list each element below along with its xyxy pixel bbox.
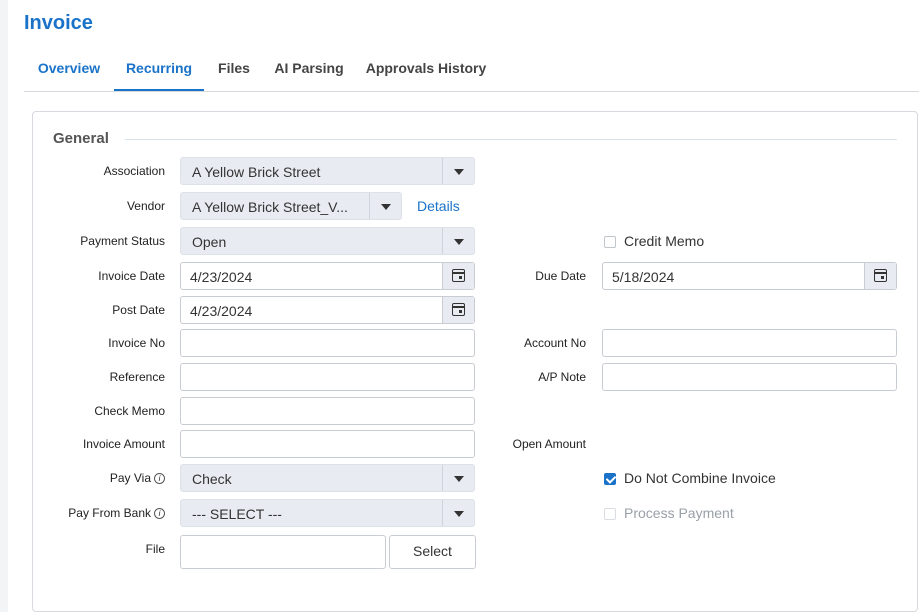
post-date-picker-button[interactable]	[442, 297, 474, 323]
pay-via-value: Check	[192, 471, 232, 487]
chevron-down-icon	[454, 169, 464, 175]
post-date-value: 4/23/2024	[190, 303, 253, 319]
tab-bar: Overview Recurring Files AI Parsing Appr…	[24, 52, 919, 92]
invoice-date-input[interactable]: 4/23/2024	[180, 262, 475, 290]
process-payment-checkbox	[604, 508, 616, 520]
check-memo-label: Check Memo	[94, 404, 165, 418]
vendor-select[interactable]: A Yellow Brick Street_V...	[180, 192, 402, 220]
ap-note-label: A/P Note	[538, 370, 586, 384]
file-label: File	[145, 542, 165, 556]
reference-input[interactable]	[180, 363, 475, 391]
chevron-down-icon	[454, 476, 464, 482]
vendor-details-link[interactable]: Details	[417, 198, 460, 214]
payment-status-select[interactable]: Open	[180, 227, 475, 255]
reference-label: Reference	[109, 370, 165, 384]
account-no-input[interactable]	[602, 329, 897, 357]
pay-from-bank-select[interactable]: --- SELECT ---	[180, 499, 475, 527]
invoice-no-label: Invoice No	[108, 336, 165, 350]
calendar-icon	[874, 269, 887, 282]
due-date-value: 5/18/2024	[612, 269, 675, 285]
general-panel: General Association A Yellow Brick Stree…	[32, 111, 918, 612]
due-date-picker-button[interactable]	[864, 263, 896, 289]
chevron-down-icon	[454, 239, 464, 245]
tab-approvals-history[interactable]: Approvals History	[364, 52, 488, 91]
info-icon[interactable]: i	[154, 508, 165, 519]
chevron-down-icon	[381, 204, 391, 210]
due-date-input[interactable]: 5/18/2024	[602, 262, 897, 290]
pay-from-bank-dropdown-toggle[interactable]	[442, 500, 474, 526]
credit-memo-label: Credit Memo	[624, 233, 705, 249]
association-label: Association	[103, 164, 165, 178]
account-no-label: Account No	[523, 336, 586, 350]
ap-note-input[interactable]	[602, 363, 897, 391]
do-not-combine-label: Do Not Combine Invoice	[624, 470, 776, 486]
pay-via-label: Pay Via i	[35, 471, 165, 485]
process-payment-label: Process Payment	[624, 505, 734, 521]
pay-via-dropdown-toggle[interactable]	[442, 465, 474, 491]
pay-from-bank-label-text: Pay From Bank	[68, 506, 151, 520]
post-date-label: Post Date	[112, 303, 165, 317]
vendor-value: A Yellow Brick Street_V...	[192, 199, 348, 215]
invoice-date-value: 4/23/2024	[190, 269, 253, 285]
invoice-no-input[interactable]	[180, 329, 475, 357]
tab-overview[interactable]: Overview	[24, 52, 114, 91]
payment-status-label: Payment Status	[80, 234, 165, 248]
file-select-button[interactable]: Select	[389, 535, 476, 569]
association-value: A Yellow Brick Street	[192, 164, 321, 180]
do-not-combine-checkbox[interactable]	[604, 473, 616, 485]
file-input[interactable]	[180, 535, 386, 569]
section-divider	[125, 139, 897, 140]
vendor-dropdown-toggle[interactable]	[369, 193, 401, 219]
info-icon[interactable]: i	[154, 473, 165, 484]
chevron-down-icon	[454, 511, 464, 517]
due-date-label: Due Date	[535, 269, 586, 283]
pay-via-select[interactable]: Check	[180, 464, 475, 492]
payment-status-dropdown-toggle[interactable]	[442, 228, 474, 254]
pay-via-label-text: Pay Via	[109, 471, 151, 485]
invoice-amount-label: Invoice Amount	[82, 437, 165, 451]
check-memo-input[interactable]	[180, 397, 475, 425]
section-title: General	[53, 130, 109, 147]
pay-from-bank-label: Pay From Bank i	[35, 506, 165, 520]
post-date-input[interactable]: 4/23/2024	[180, 296, 475, 324]
association-select[interactable]: A Yellow Brick Street	[180, 157, 475, 185]
tab-recurring[interactable]: Recurring	[114, 52, 204, 91]
calendar-icon	[452, 303, 465, 316]
payment-status-value: Open	[192, 234, 227, 250]
page-title: Invoice	[24, 12, 93, 34]
open-amount-label: Open Amount	[512, 437, 586, 451]
tab-files[interactable]: Files	[210, 52, 258, 91]
credit-memo-checkbox[interactable]	[604, 236, 616, 248]
left-gutter	[0, 0, 8, 612]
invoice-amount-input[interactable]	[180, 430, 475, 458]
association-dropdown-toggle[interactable]	[442, 158, 474, 184]
vendor-label: Vendor	[126, 199, 165, 213]
invoice-date-label: Invoice Date	[98, 269, 165, 283]
pay-from-bank-value: --- SELECT ---	[192, 506, 282, 522]
tab-ai-parsing[interactable]: AI Parsing	[270, 52, 348, 91]
